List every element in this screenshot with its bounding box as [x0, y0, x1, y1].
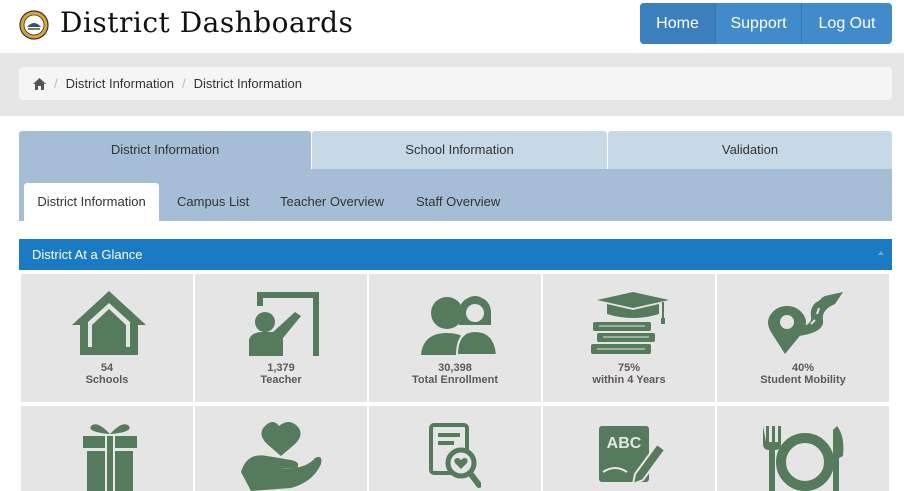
tile-nutrition[interactable]: [717, 406, 889, 491]
document-search-icon: [429, 423, 481, 488]
tile-caption: within 4 Years: [592, 374, 666, 386]
tile-graduation[interactable]: 75% within 4 Years: [543, 274, 715, 402]
home-button[interactable]: Home: [640, 3, 716, 44]
collapse-icon[interactable]: [878, 251, 884, 255]
panel-title: District At a Glance: [32, 247, 143, 262]
tile-gift[interactable]: [21, 406, 193, 491]
subtab-district-information[interactable]: District Information: [24, 183, 159, 221]
tile-literacy[interactable]: ABC: [543, 406, 715, 491]
subtab-campus-list[interactable]: Campus List: [177, 183, 249, 221]
district-seal-logo: [19, 10, 49, 40]
top-nav: Home Support Log Out: [640, 3, 892, 44]
graduation-icon: [591, 292, 669, 354]
glance-tiles: 54 Schools 1,379 Teacher 30,398 Total En…: [19, 273, 892, 491]
tab-district-information[interactable]: District Information: [19, 131, 311, 169]
tile-caption: Student Mobility: [760, 374, 846, 386]
main-tabs: District Information School Information …: [19, 131, 892, 169]
subtab-staff-overview[interactable]: Staff Overview: [416, 183, 500, 221]
abc-icon-text: ABC: [607, 435, 642, 452]
tile-mobility[interactable]: 40% Student Mobility: [717, 274, 889, 402]
tile-caption: Teacher: [260, 374, 302, 386]
app-title: District Dashboards: [60, 6, 354, 39]
panel-header: District At a Glance: [19, 239, 892, 270]
tile-value: 40%: [791, 362, 815, 374]
tile-caption: Total Enrollment: [412, 374, 498, 386]
tile-review[interactable]: [369, 406, 541, 491]
breadcrumb-separator: /: [54, 76, 58, 91]
teacher-icon: [249, 292, 319, 356]
school-house-icon: [72, 291, 146, 355]
home-icon[interactable]: [33, 77, 46, 90]
subtab-teacher-overview[interactable]: Teacher Overview: [280, 183, 384, 221]
breadcrumb: / District Information / District Inform…: [19, 67, 892, 100]
tile-value: 30,398: [438, 362, 472, 374]
tab-validation[interactable]: Validation: [608, 131, 892, 169]
tile-teacher[interactable]: 1,379 Teacher: [195, 274, 367, 402]
tile-value: 1,379: [267, 362, 295, 374]
dining-plate-icon: [763, 426, 844, 491]
tile-enrollment[interactable]: 30,398 Total Enrollment: [369, 274, 541, 402]
tab-school-information[interactable]: School Information: [312, 131, 607, 169]
tile-value: 75%: [617, 362, 641, 374]
gift-icon: [83, 424, 137, 491]
tile-volunteer[interactable]: [195, 406, 367, 491]
abc-pencil-icon: ABC: [599, 426, 665, 486]
enrollment-people-icon: [421, 294, 497, 355]
app-header: District Dashboards Home Support Log Out: [0, 0, 904, 52]
helping-hand-heart-icon: [241, 422, 322, 491]
tile-schools[interactable]: 54 Schools: [21, 274, 193, 402]
mobility-road-icon: [768, 292, 843, 354]
breadcrumb-band: / District Information / District Inform…: [0, 53, 904, 116]
sub-tabs: District Information Campus List Teacher…: [19, 169, 892, 221]
breadcrumb-item[interactable]: District Information: [66, 76, 174, 91]
tile-caption: Schools: [85, 374, 129, 386]
support-button[interactable]: Support: [716, 3, 802, 44]
logout-button[interactable]: Log Out: [802, 3, 892, 44]
breadcrumb-item-current: District Information: [193, 76, 302, 91]
tile-value: 54: [100, 362, 114, 374]
breadcrumb-separator: /: [182, 76, 186, 91]
